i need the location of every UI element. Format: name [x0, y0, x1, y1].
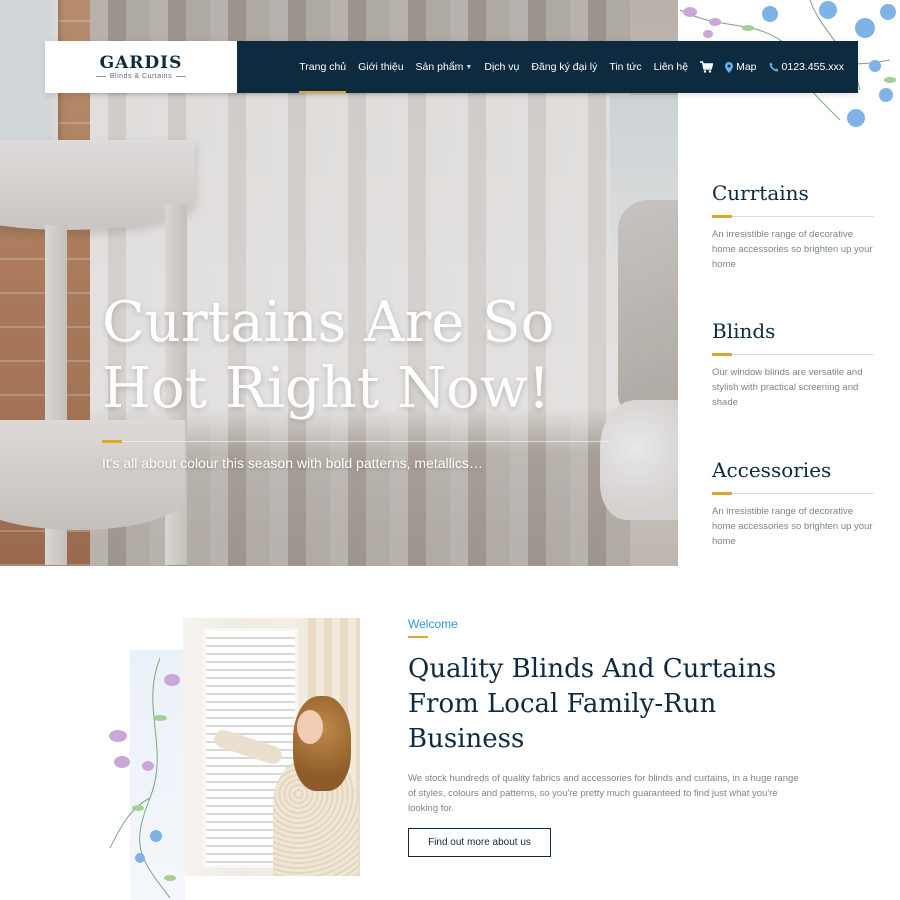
category-title: Accessories [712, 458, 832, 482]
nav-item-home[interactable]: Trang chủ [293, 41, 352, 93]
site-header: GARDIS Blinds & Curtains Trang chủ Giới … [45, 41, 858, 93]
welcome-divider [408, 636, 428, 638]
logo-name: GARDIS [99, 53, 183, 73]
chevron-down-icon: ▼ [465, 63, 473, 71]
nav-item-products[interactable]: Sản phẩm ▼ [410, 41, 479, 93]
main-nav: Trang chủ Giới thiệu Sản phẩm ▼ Dịch vụ Đ… [237, 41, 858, 93]
nav-item-services[interactable]: Dịch vụ [478, 41, 525, 93]
nav-item-dealer-register[interactable]: Đăng ký đại lý [525, 41, 603, 93]
map-link[interactable]: Map [719, 41, 762, 93]
woman-opening-shutters-photo [183, 618, 360, 876]
category-title: Blinds [712, 319, 776, 343]
category-description: Our window blinds are versatile and styl… [712, 367, 863, 408]
category-description: An irresistible range of decorative home… [712, 229, 873, 270]
hero-subtitle: It's all about colour this season with b… [102, 455, 483, 471]
nav-item-contact[interactable]: Liên hệ [648, 41, 694, 93]
logo-tagline: Blinds & Curtains [96, 73, 186, 80]
cart-icon [700, 61, 714, 73]
cart-button[interactable] [694, 41, 719, 93]
nav-item-news[interactable]: Tin tức [603, 41, 647, 93]
map-pin-icon [725, 61, 734, 73]
phone-link[interactable]: 0123.455.xxx [763, 41, 850, 93]
find-out-more-button[interactable]: Find out more about us [408, 828, 551, 857]
category-card-blinds[interactable]: Blinds Our window blinds are versatile a… [712, 318, 874, 410]
welcome-title: Quality Blinds And Curtains From Local F… [408, 654, 777, 754]
welcome-image [100, 618, 370, 900]
hero-divider [102, 441, 609, 442]
welcome-text: We stock hundreds of quality fabrics and… [408, 773, 799, 814]
category-title: Currtains [712, 181, 809, 205]
category-card-accessories[interactable]: Accessories An irresistible range of dec… [712, 457, 874, 549]
hero-title: Curtains Are So Hot Right Now! [102, 290, 555, 421]
hero-divider-accent [102, 440, 122, 443]
category-description: An irresistible range of decorative home… [712, 506, 873, 547]
flower-decoration-image [109, 658, 180, 898]
category-card-curtains[interactable]: Currtains An irresistible range of decor… [712, 180, 874, 272]
welcome-label: Welcome [408, 617, 458, 631]
nav-item-about[interactable]: Giới thiệu [352, 41, 409, 93]
logo[interactable]: GARDIS Blinds & Curtains [45, 41, 237, 93]
phone-icon [769, 62, 779, 72]
